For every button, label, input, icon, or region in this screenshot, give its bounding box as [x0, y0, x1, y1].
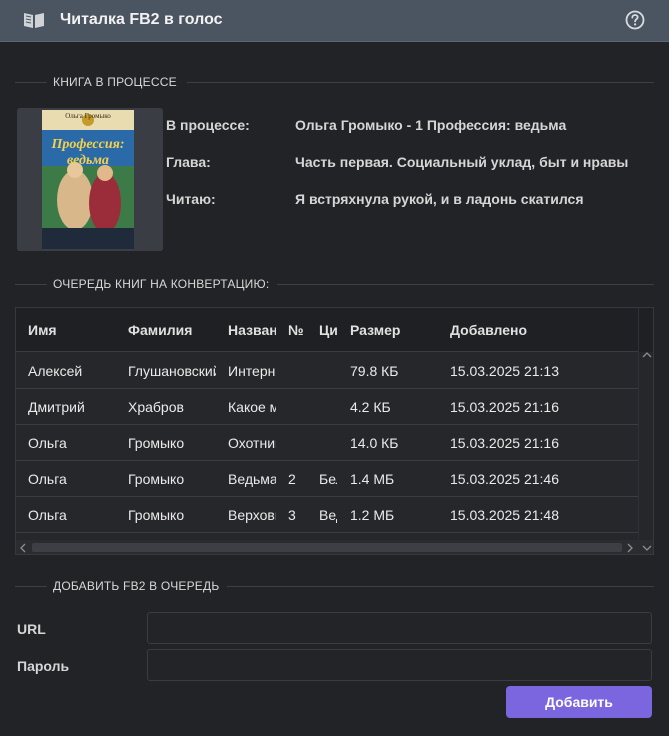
table-row[interactable]: Ольга Громыко Охотники 14.0 КБ 15.03.202… [16, 425, 638, 461]
cell-title: Охотники [228, 435, 276, 451]
cover-author: Ольга Громыко [65, 112, 111, 120]
add-legend: ДОБАВИТЬ FB2 В ОЧЕРЕДЬ [15, 577, 654, 597]
cover-title-line2: ведьма [67, 153, 109, 168]
title-bar: Читалка FB2 в голос [0, 0, 669, 42]
col-number[interactable]: № [288, 322, 310, 338]
reading-label: Читаю: [166, 191, 216, 207]
current-book-legend-text: КНИГА В ПРОЦЕССЕ [53, 75, 177, 89]
cell-size: 1.2 МБ [350, 507, 395, 523]
cell-added: 15.03.2025 21:46 [450, 471, 559, 487]
book-open-icon [24, 13, 44, 28]
add-button[interactable]: Добавить [506, 686, 652, 718]
url-label: URL [17, 621, 46, 637]
table-header: Имя Фамилия Название № Цикл Размер Добав… [16, 308, 638, 352]
password-label: Пароль [17, 658, 70, 674]
queue-legend-text: ОЧЕРЕДЬ КНИГ НА КОНВЕРТАЦИЮ: [53, 277, 270, 291]
col-size[interactable]: Размер [350, 322, 440, 338]
cell-first-name: Ольга [28, 435, 67, 451]
add-legend-text: ДОБАВИТЬ FB2 В ОЧЕРЕДЬ [53, 579, 220, 593]
col-series[interactable]: Цикл [319, 322, 337, 338]
cell-added: 15.03.2025 21:13 [450, 363, 559, 379]
chapter-label: Глава: [166, 154, 211, 170]
table-row[interactable]: Дмитрий Храбров Какое место 4.2 КБ 15.03… [16, 389, 638, 425]
help-circle-icon[interactable] [624, 9, 646, 31]
table-row[interactable]: Алексей Глушановский Интернет 79.8 КБ 15… [16, 353, 638, 389]
horizontal-scroll-thumb[interactable] [32, 543, 622, 552]
cell-added: 15.03.2025 21:16 [450, 435, 559, 451]
scroll-right-icon [627, 543, 633, 553]
table-row[interactable]: Ольга Громыко Ведьма 2 Белорская 1.4 МБ … [16, 461, 638, 497]
cell-last-name: Глушановский [128, 363, 216, 379]
current-book-legend: КНИГА В ПРОЦЕССЕ [15, 73, 654, 93]
cell-last-name: Громыко [128, 507, 185, 523]
table-row[interactable]: Ольга Громыко Верховная 3 Ведьма 1.2 МБ … [16, 497, 638, 533]
cell-size: 4.2 КБ [350, 399, 391, 415]
cell-title: Ведьма [228, 471, 276, 487]
cell-added: 15.03.2025 21:48 [450, 507, 559, 523]
cell-first-name: Ольга [28, 471, 67, 487]
cell-last-name: Громыко [128, 471, 185, 487]
scroll-up-icon [642, 352, 652, 358]
horizontal-scrollbar[interactable] [16, 540, 653, 554]
queue-table: Имя Фамилия Название № Цикл Размер Добав… [15, 307, 654, 555]
url-field[interactable] [147, 612, 652, 644]
queue-legend: ОЧЕРЕДЬ КНИГ НА КОНВЕРТАЦИЮ: [15, 275, 654, 295]
cover-title-line1: Профессия: [50, 137, 124, 152]
in-progress-value: Ольга Громыко - 1 Профессия: ведьма [295, 117, 567, 133]
cell-size: 1.4 МБ [350, 471, 395, 487]
cell-size: 79.8 КБ [350, 363, 399, 379]
cell-first-name: Дмитрий [28, 399, 85, 415]
cell-series: Белорская [319, 471, 337, 487]
app-title: Читалка FB2 в голос [60, 11, 223, 28]
cell-last-name: Храбров [128, 399, 184, 415]
scroll-down-icon [642, 545, 652, 551]
cell-first-name: Ольга [28, 507, 67, 523]
cell-number: 2 [288, 471, 296, 487]
password-field[interactable] [147, 649, 652, 681]
chapter-value: Часть первая. Социальный уклад, быт и нр… [295, 154, 629, 170]
cell-title: Какое место [228, 399, 276, 415]
cell-title: Верховная [228, 507, 276, 523]
cell-last-name: Громыко [128, 435, 185, 451]
book-cover: Ольга Громыко Профессия: ведьма [17, 108, 163, 251]
col-title[interactable]: Название [228, 322, 276, 338]
in-progress-label: В процессе: [166, 117, 250, 133]
scroll-left-icon [20, 543, 26, 553]
cell-number: 3 [288, 507, 296, 523]
cell-size: 14.0 КБ [350, 435, 399, 451]
reading-value: Я встряхнула рукой, и в ладонь скатился [295, 191, 584, 207]
cell-added: 15.03.2025 21:16 [450, 399, 559, 415]
vertical-scrollbar[interactable] [638, 308, 653, 540]
col-last-name[interactable]: Фамилия [128, 322, 220, 338]
col-added[interactable]: Добавлено [450, 322, 630, 338]
cell-series: Ведьма [319, 507, 337, 523]
cell-title: Интернет [228, 363, 276, 379]
col-first-name[interactable]: Имя [28, 322, 120, 338]
cell-first-name: Алексей [28, 363, 83, 379]
